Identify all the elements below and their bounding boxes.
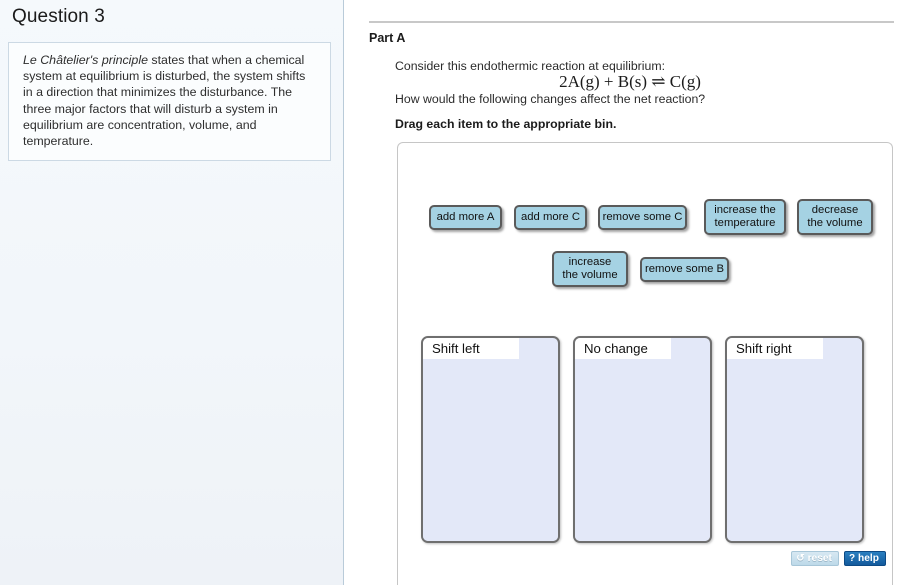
drag-item-add-more-a[interactable]: add more A (429, 205, 502, 230)
drag-item-line: the volume (562, 269, 618, 281)
drag-item-increase-the-volume[interactable]: increase the volume (552, 251, 628, 287)
answer-box-footer: ↺ reset ? help (791, 551, 886, 566)
drag-item-add-more-c[interactable]: add more C (514, 205, 587, 230)
drag-item-label: increase the temperature (714, 204, 776, 230)
principle-description: states that when a chemical system at eq… (23, 53, 306, 149)
drag-item-line: remove some B (644, 263, 725, 275)
drag-item-label: decrease the volume (807, 204, 862, 230)
question-sidebar: Question 3 Le Châtelier's principle stat… (0, 0, 344, 585)
bin-drop-area[interactable] (575, 359, 710, 541)
principle-info-box: Le Châtelier's principle states that whe… (8, 42, 331, 162)
drag-item-label: remove some B (645, 263, 724, 276)
refresh-icon: ↺ (796, 553, 805, 564)
drag-item-increase-the-temperature[interactable]: increase the temperature (704, 199, 786, 235)
drag-item-line: increase the (714, 204, 776, 216)
bin-drop-area[interactable] (727, 359, 862, 541)
bin-shift-left[interactable]: Shift left (421, 336, 560, 543)
bin-label: Shift left (423, 338, 519, 359)
drag-item-label: add more A (437, 211, 495, 224)
principle-info-text: Le Châtelier's principle states that whe… (23, 52, 318, 149)
part-heading: Part A (369, 31, 406, 45)
drag-item-label: add more C (521, 211, 580, 224)
part-a-panel: Part A Consider this endothermic reactio… (345, 0, 898, 585)
drag-drop-answer-box: add more A add more C remove some C increas… (397, 142, 893, 585)
drag-item-label: remove some C (603, 211, 683, 224)
drag-item-line: remove some C (602, 211, 683, 223)
drag-item-line: the volume (807, 217, 863, 229)
section-divider (369, 21, 894, 23)
chemical-equation: 2A(g) + B(s) ⇌ C(g) (559, 72, 701, 91)
question-prompt-line-2: How would the following changes affect t… (395, 92, 706, 106)
question-prompt-line-1: Consider this endothermic reaction at eq… (395, 59, 665, 73)
bin-no-change[interactable]: No change (573, 336, 712, 543)
drag-instruction: Drag each item to the appropriate bin. (395, 117, 617, 131)
drag-item-decrease-the-volume[interactable]: decrease the volume (797, 199, 873, 235)
reset-button[interactable]: ↺ reset (791, 551, 839, 566)
reset-button-label: reset (807, 553, 832, 564)
drag-item-line: decrease (811, 204, 859, 216)
bin-label: Shift right (727, 338, 823, 359)
question-mark-icon: ? (848, 553, 856, 564)
drag-item-line: increase (568, 256, 612, 268)
drag-item-line: add more A (436, 211, 495, 223)
drag-item-remove-some-c[interactable]: remove some C (598, 205, 687, 230)
drag-item-line: temperature (714, 217, 776, 229)
bin-shift-right[interactable]: Shift right (725, 336, 864, 543)
help-button-label: help (858, 553, 879, 564)
page-title: Question 3 (12, 6, 105, 27)
drag-item-line: add more C (520, 211, 581, 223)
principle-name: Le Châtelier's principle (23, 53, 148, 67)
help-button[interactable]: ? help (843, 551, 886, 566)
drag-item-label: increase the volume (562, 256, 617, 282)
bin-label: No change (575, 338, 671, 359)
drag-item-remove-some-b[interactable]: remove some B (640, 257, 729, 282)
bin-drop-area[interactable] (423, 359, 558, 541)
